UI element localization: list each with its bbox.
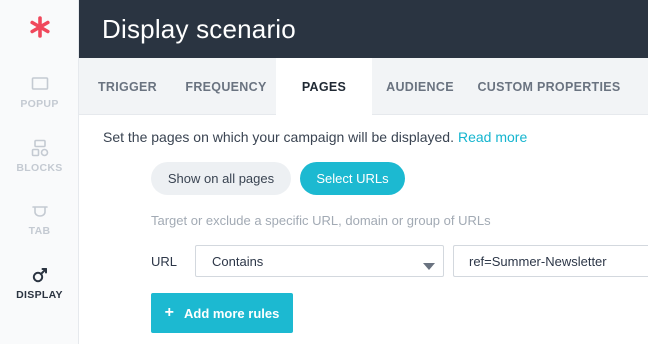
tab-trigger[interactable]: TRIGGER	[79, 58, 176, 115]
tab-pages[interactable]: PAGES	[276, 58, 372, 116]
blocks-icon	[31, 137, 49, 159]
tab-bar: TRIGGER FREQUENCY PAGES AUDIENCE CUSTOM …	[79, 58, 648, 116]
url-value-input[interactable]	[453, 245, 648, 277]
sidebar-item-label: POPUP	[20, 98, 59, 110]
popup-icon	[31, 73, 49, 95]
page-title: Display scenario	[102, 13, 296, 44]
display-icon	[31, 264, 49, 286]
url-operator-select[interactable]: Contains	[195, 245, 444, 277]
description-text: Set the pages on which your campaign wil…	[103, 129, 454, 145]
sidebar-item-label: DISPLAY	[16, 289, 63, 301]
tab-icon	[31, 200, 49, 222]
sidebar-item-blocks[interactable]: BLOCKS	[0, 137, 79, 174]
chevron-down-icon	[423, 258, 435, 273]
asterisk-logo-icon	[29, 15, 51, 43]
select-urls-button[interactable]: Select URLs	[300, 162, 405, 195]
url-rule-label: URL	[151, 254, 178, 269]
app-logo[interactable]	[0, 0, 79, 58]
url-targeting-hint: Target or exclude a specific URL, domain…	[151, 213, 491, 228]
read-more-link[interactable]: Read more	[458, 129, 527, 145]
sidebar-item-label: TAB	[28, 225, 51, 237]
plus-icon: +	[164, 304, 174, 321]
sidebar: POPUP BLOCKS TAB DISPLAY	[0, 0, 79, 344]
url-operator-value: Contains	[212, 253, 264, 269]
page-header: Display scenario	[79, 0, 648, 58]
tab-frequency[interactable]: FREQUENCY	[176, 58, 276, 115]
tab-audience[interactable]: AUDIENCE	[372, 58, 468, 115]
sidebar-item-display[interactable]: DISPLAY	[0, 264, 79, 301]
tab-custom-properties[interactable]: CUSTOM PROPERTIES	[468, 58, 630, 115]
sidebar-item-label: BLOCKS	[16, 162, 63, 174]
sidebar-item-tab[interactable]: TAB	[0, 200, 79, 237]
show-on-all-pages-button[interactable]: Show on all pages	[151, 162, 291, 195]
sidebar-item-popup[interactable]: POPUP	[0, 73, 79, 110]
pages-description: Set the pages on which your campaign wil…	[103, 129, 527, 145]
add-more-rules-label: Add more rules	[183, 305, 280, 321]
add-more-rules-button[interactable]: + Add more rules	[151, 293, 293, 333]
